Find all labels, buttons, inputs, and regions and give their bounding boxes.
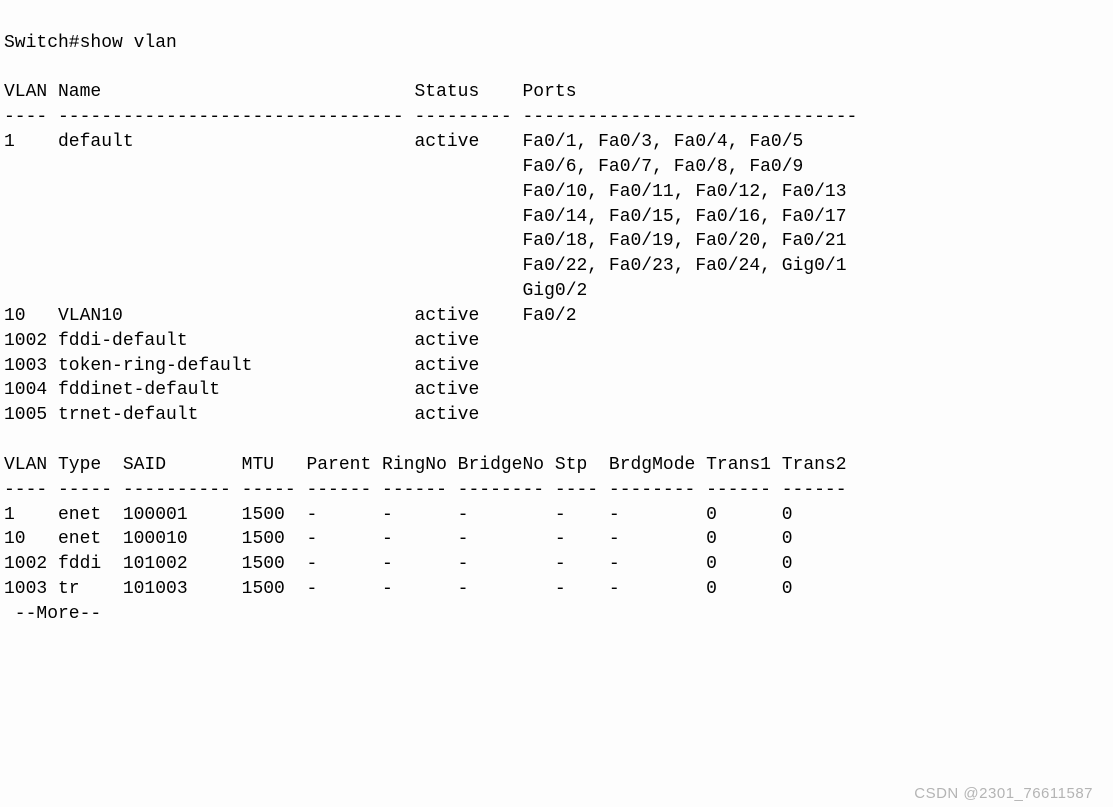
- vlan-row: Fa0/10, Fa0/11, Fa0/12, Fa0/13: [4, 182, 847, 202]
- vlan-table-divider: ---- -------------------------------- --…: [4, 107, 857, 127]
- vlan-detail-row: 1003 tr 101003 1500 - - - - - 0 0: [4, 579, 793, 599]
- vlan-row: Fa0/22, Fa0/23, Fa0/24, Gig0/1: [4, 256, 847, 276]
- vlan-detail-divider: ---- ----- ---------- ----- ------ -----…: [4, 480, 847, 500]
- vlan-table-header: VLAN Name Status Ports: [4, 82, 577, 102]
- vlan-row: 1005 trnet-default active: [4, 405, 522, 425]
- vlan-row: Gig0/2: [4, 281, 587, 301]
- vlan-row: 1002 fddi-default active: [4, 331, 522, 351]
- vlan-detail-row: 1002 fddi 101002 1500 - - - - - 0 0: [4, 554, 793, 574]
- vlan-detail-row: 10 enet 100010 1500 - - - - - 0 0: [4, 529, 793, 549]
- cli-prompt: Switch#show vlan: [4, 33, 177, 53]
- vlan-row: 10 VLAN10 active Fa0/2: [4, 306, 577, 326]
- vlan-row: 1003 token-ring-default active: [4, 356, 522, 376]
- vlan-row: Fa0/14, Fa0/15, Fa0/16, Fa0/17: [4, 207, 847, 227]
- vlan-detail-header: VLAN Type SAID MTU Parent RingNo BridgeN…: [4, 455, 847, 475]
- vlan-row: Fa0/6, Fa0/7, Fa0/8, Fa0/9: [4, 157, 803, 177]
- more-prompt[interactable]: --More--: [4, 604, 101, 624]
- vlan-detail-row: 1 enet 100001 1500 - - - - - 0 0: [4, 505, 793, 525]
- vlan-row: Fa0/18, Fa0/19, Fa0/20, Fa0/21: [4, 231, 847, 251]
- watermark: CSDN @2301_76611587: [914, 784, 1093, 805]
- vlan-row: 1004 fddinet-default active: [4, 380, 522, 400]
- vlan-row: 1 default active Fa0/1, Fa0/3, Fa0/4, Fa…: [4, 132, 803, 152]
